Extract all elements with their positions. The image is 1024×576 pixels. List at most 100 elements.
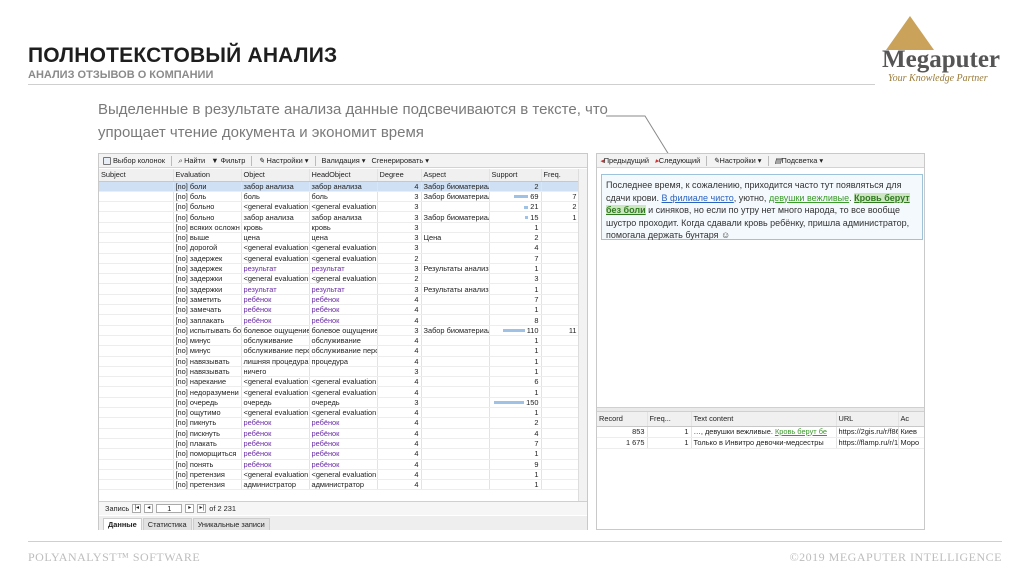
cell: <general evaluation (309, 242, 378, 254)
column-header[interactable]: Record (597, 412, 648, 427)
column-header[interactable]: Freq. (541, 169, 579, 182)
table-row[interactable]: [no] понять ребёнок ребёнок 4 9 (99, 459, 579, 470)
first-record-button[interactable]: |◂ (132, 504, 142, 513)
cell: 2 (377, 273, 422, 285)
cell (99, 273, 174, 285)
table-row[interactable]: [no] больно забор анализа забор анализа 3 За… (99, 211, 579, 223)
cell-value: 9 (534, 459, 539, 469)
cell (421, 335, 490, 347)
record-number-input[interactable]: 1 (156, 504, 183, 513)
cell: ребёнок (241, 448, 310, 460)
slide-description: Выделенные в результате анализа данные п… (98, 101, 608, 141)
table-row[interactable]: [no] всяких осложн кровь кровь 3 1 (99, 222, 579, 233)
table-row[interactable]: [no] больно <general evaluation <general e… (99, 201, 579, 213)
column-header[interactable]: Support (489, 169, 542, 182)
select-columns-button[interactable]: Выбор колонок (103, 156, 165, 165)
column-header[interactable]: Object (241, 169, 310, 182)
find-button[interactable]: ⌕ Найти (178, 156, 205, 166)
cell (99, 232, 174, 244)
table-row[interactable]: [no] задержки <general evaluation <general… (99, 273, 579, 285)
table-row[interactable]: [no] заплакать ребёнок ребёнок 4 8 (99, 314, 579, 326)
column-header[interactable]: Text content (691, 412, 837, 427)
cell (541, 376, 579, 388)
column-header[interactable]: Degree (377, 169, 422, 182)
viewer-settings-button[interactable]: ✎Настройки ▾ (713, 156, 761, 165)
last-record-button[interactable]: ▸| (197, 504, 207, 513)
column-header[interactable]: Ac (898, 412, 924, 427)
cell: 4 (489, 242, 542, 254)
cell (541, 438, 579, 450)
table-row[interactable]: [no] нарекание <general evaluation <genera… (99, 376, 579, 388)
prev-record-button[interactable]: ◂ (144, 504, 154, 513)
cell: 2 (541, 201, 579, 213)
highlight-link[interactable]: девушки вежливые (769, 193, 849, 203)
table-row[interactable]: [no] минус обслуживание обслуживание 4 1 (99, 335, 579, 347)
cell: обслуживание (241, 335, 310, 347)
table-row[interactable]: [no] недоразумени <general evaluation <gen… (99, 386, 579, 398)
highlight-button[interactable]: ▤Подсветка ▾ (775, 156, 824, 165)
cell: 4 (489, 428, 542, 439)
cell: <general evaluation (309, 386, 378, 398)
table-row[interactable]: [no] навязывать лишняя процедура процедура… (99, 356, 579, 367)
cell-value: 8 (534, 315, 539, 325)
cell-value: 110 (526, 325, 539, 335)
cell: 7 (489, 253, 542, 264)
cell: 1 (489, 283, 542, 295)
cell (99, 211, 174, 223)
tab-statistics[interactable]: Статистика (142, 518, 192, 530)
table-row[interactable]: [no] навязывать ничего 3 1 (99, 366, 579, 378)
table-row[interactable]: [no] минус обслуживание перс обслуживание … (99, 345, 579, 357)
cell: <general evaluation (309, 253, 378, 264)
cell-value: 7 (534, 294, 539, 304)
column-header[interactable]: Freq... (647, 412, 692, 427)
footer-divider (28, 541, 1002, 542)
next-match-button[interactable]: ▸Следующий (655, 156, 700, 165)
table-row[interactable]: [no] пискнуть ребёнок ребёнок 4 4 (99, 428, 579, 439)
cell: 15 (489, 211, 542, 223)
table-row[interactable]: [no] плакать ребёнок ребёнок 4 7 (99, 438, 579, 450)
table-row[interactable]: 853 1 …, девушки вежливые. Кровь берут б… (597, 426, 924, 438)
table-row[interactable]: [no] боль боль боль 3 Забор биоматериал 69 7 (99, 191, 579, 203)
cell-value: 1 (534, 284, 539, 294)
table-row[interactable]: [no] задержки результат результат 3 Результа… (99, 283, 579, 295)
table-row[interactable]: [no] испытывать бо болевое ощущение болево… (99, 325, 579, 336)
validation-button[interactable]: Валидация ▾ (322, 156, 366, 165)
table-row[interactable]: [no] боли забор анализа забор анализа 4 Забо… (99, 181, 579, 192)
column-header[interactable]: Aspect (421, 169, 490, 182)
column-header[interactable]: URL (836, 412, 899, 427)
cell: цена (241, 232, 310, 244)
column-header[interactable]: Evaluation (173, 169, 242, 182)
prev-match-button[interactable]: ◂Предыдущий (600, 156, 649, 165)
table-row[interactable]: [no] пикнуть ребёнок ребёнок 4 2 (99, 417, 579, 429)
table-row[interactable]: [no] поморщиться ребёнок ребёнок 4 1 (99, 448, 579, 460)
settings-button[interactable]: ✎ Настройки ▾ (258, 156, 308, 165)
highlight-link[interactable]: В филиале чисто (662, 193, 734, 203)
table-row[interactable]: [no] ощутимо <general evaluation <general … (99, 407, 579, 419)
cell: 1 (647, 437, 692, 449)
cell (541, 356, 579, 367)
table-row[interactable]: [no] выше цена цена 3 Цена 2 (99, 232, 579, 244)
tab-data[interactable]: Данные (103, 518, 142, 530)
cell: 3 (377, 191, 422, 203)
column-header[interactable]: HeadObject (309, 169, 378, 182)
right-toolbar: ◂Предыдущий ▸Следующий ✎Настройки ▾ ▤Под… (597, 154, 924, 168)
doc-text: , уютно, (733, 192, 769, 203)
table-row[interactable]: [no] задержек результат результат 3 Результа… (99, 263, 579, 275)
left-toolbar: Выбор колонок ⌕ Найти ▼ Фильтр ✎ Настройки … (99, 154, 587, 168)
filter-button[interactable]: ▼ Фильтр (211, 156, 245, 165)
generate-button[interactable]: Сгенерировать ▾ (372, 156, 429, 165)
cell: [no] навязывать (173, 356, 242, 367)
table-row[interactable]: [no] претензия <general evaluation <genera… (99, 469, 579, 481)
table-row[interactable]: [no] задержек <general evaluation <general… (99, 253, 579, 264)
tab-unique-records[interactable]: Уникальные записи (192, 518, 270, 530)
table-row[interactable]: [no] очередь очередь очередь 3 150 (99, 397, 579, 409)
table-row[interactable]: [no] заметить ребёнок ребёнок 4 7 (99, 294, 579, 306)
table-row[interactable]: [no] замечать ребёнок ребёнок 4 1 (99, 304, 579, 316)
column-header[interactable]: Subject (99, 169, 174, 182)
table-row[interactable]: 1 675 1 Только в Инвитро девочки-медсест… (597, 437, 924, 449)
table-row[interactable]: [no] претензия администратор администратор… (99, 479, 579, 491)
vertical-scrollbar[interactable] (578, 169, 587, 501)
table-row[interactable]: [no] дорогой <general evaluation <general … (99, 242, 579, 254)
next-record-button[interactable]: ▸ (185, 504, 195, 513)
cell (541, 232, 579, 244)
